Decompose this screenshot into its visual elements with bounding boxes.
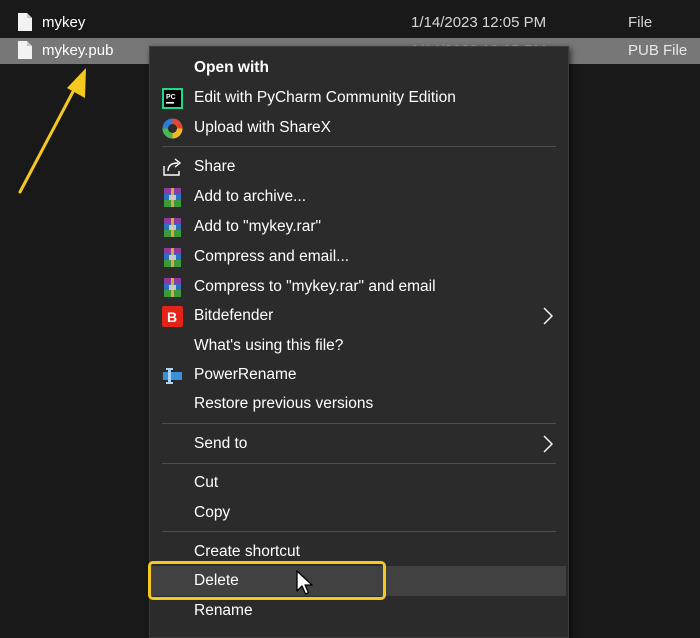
menu-item-label: Edit with PyCharm Community Edition xyxy=(194,89,456,106)
menu-item-send-to[interactable]: Send to xyxy=(150,429,566,459)
menu-item-label: What's using this file? xyxy=(194,337,344,354)
winrar-icon xyxy=(164,218,181,237)
annotation-arrow xyxy=(18,68,86,194)
winrar-icon xyxy=(164,278,181,297)
menu-item-label: PowerRename xyxy=(194,366,297,383)
menu-item-label: Upload with ShareX xyxy=(194,119,331,136)
menu-item-compress-and-email[interactable]: Compress and email... xyxy=(150,242,566,272)
menu-item-label: Add to "mykey.rar" xyxy=(194,218,322,235)
winrar-icon xyxy=(164,188,181,207)
menu-item-cut[interactable]: Cut xyxy=(150,468,566,498)
menu-item-label: Add to archive... xyxy=(194,188,307,205)
menu-item-label: Compress and email... xyxy=(194,248,350,265)
menu-item-add-to-archive[interactable]: Add to archive... xyxy=(150,182,566,212)
menu-item-label: Rename xyxy=(194,602,253,619)
menu-item-label: Cut xyxy=(194,474,219,491)
svg-text:PC: PC xyxy=(166,94,176,101)
menu-item-powerrename[interactable]: PowerRename xyxy=(150,360,566,390)
file-date: 1/14/2023 12:05 PM xyxy=(411,14,547,31)
file-name: mykey xyxy=(42,14,86,31)
menu-item-upload-sharex[interactable]: Upload with ShareX xyxy=(150,113,566,143)
menu-item-label: Bitdefender xyxy=(194,307,274,324)
pycharm-icon: PC xyxy=(162,88,183,109)
file-icon xyxy=(18,13,32,31)
file-type: PUB File xyxy=(628,42,688,59)
menu-item-label: Send to xyxy=(194,435,248,452)
file-name: mykey.pub xyxy=(42,42,114,59)
menu-item-label: Create shortcut xyxy=(194,543,300,560)
file-type: File xyxy=(628,14,653,31)
menu-item-label: Share xyxy=(194,158,236,175)
menu-item-restore-versions[interactable]: Restore previous versions xyxy=(150,389,566,419)
svg-text:B: B xyxy=(167,309,177,325)
menu-item-share[interactable]: Share xyxy=(150,152,566,182)
chevron-right-icon xyxy=(543,307,553,325)
menu-item-add-to-rar[interactable]: Add to "mykey.rar" xyxy=(150,212,566,242)
menu-item-label: Copy xyxy=(194,504,231,521)
powerrename-icon xyxy=(163,368,182,384)
share-icon xyxy=(163,158,182,176)
menu-item-label: Open with xyxy=(194,59,269,76)
chevron-right-icon xyxy=(543,435,553,453)
menu-separator xyxy=(162,463,556,464)
context-menu: Open with PC Edit with PyCharm Community… xyxy=(149,46,569,638)
file-row-mykey[interactable]: mykey 1/14/2023 12:05 PM File xyxy=(0,10,700,36)
menu-item-open-with[interactable]: Open with xyxy=(150,53,566,83)
winrar-icon xyxy=(164,248,181,267)
menu-item-bitdefender[interactable]: B Bitdefender xyxy=(150,301,566,331)
menu-item-label: Restore previous versions xyxy=(194,395,374,412)
menu-item-copy[interactable]: Copy xyxy=(150,498,566,528)
file-icon xyxy=(18,41,32,59)
menu-item-whats-using[interactable]: What's using this file? xyxy=(150,331,566,361)
bitdefender-icon: B xyxy=(162,306,183,327)
menu-item-rename[interactable]: Rename xyxy=(150,596,566,626)
delete-highlight-box xyxy=(148,561,386,600)
mouse-cursor-icon xyxy=(296,570,313,595)
sharex-icon xyxy=(162,118,183,139)
menu-separator xyxy=(162,423,556,424)
menu-item-label: Compress to "mykey.rar" and email xyxy=(194,278,436,295)
menu-separator xyxy=(162,146,556,147)
menu-separator xyxy=(162,531,556,532)
menu-item-edit-pycharm[interactable]: PC Edit with PyCharm Community Edition xyxy=(150,83,566,113)
menu-item-compress-rar-email[interactable]: Compress to "mykey.rar" and email xyxy=(150,272,566,302)
